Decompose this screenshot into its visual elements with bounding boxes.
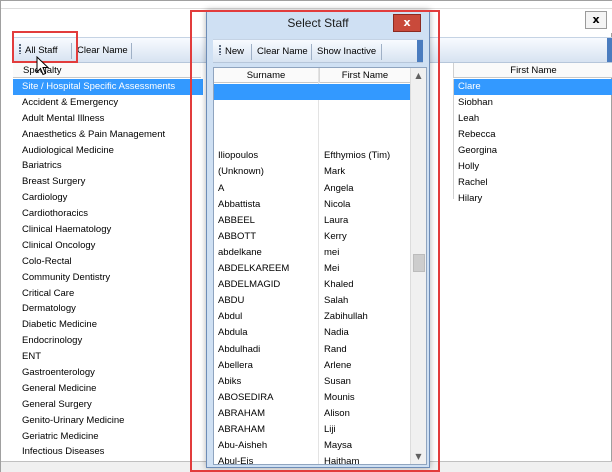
- first-name-row[interactable]: Holly: [454, 159, 612, 175]
- specialty-row[interactable]: Genito-Urinary Medicine: [13, 413, 203, 429]
- clear-name-button[interactable]: Clear Name: [73, 42, 132, 60]
- specialty-row[interactable]: Community Dentistry: [13, 270, 203, 286]
- first-name-row[interactable]: Rachel: [454, 175, 612, 191]
- specialty-row[interactable]: Audiological Medicine: [13, 143, 203, 159]
- first-name-row[interactable]: Rebecca: [454, 127, 612, 143]
- specialty-row[interactable]: Adult Mental Illness: [13, 111, 203, 127]
- specialty-row[interactable]: Clinical Haematology: [13, 222, 203, 238]
- toolbar-accent: [607, 38, 612, 62]
- first-name-row[interactable]: Siobhan: [454, 95, 612, 111]
- specialty-row[interactable]: Cardiothoracics: [13, 206, 203, 222]
- dialog-highlight-box: [190, 10, 440, 472]
- toolbar-separator: [131, 43, 132, 59]
- specialty-row[interactable]: General Medicine: [13, 381, 203, 397]
- specialty-row[interactable]: Accident & Emergency: [13, 95, 203, 111]
- specialty-row[interactable]: Dermatology: [13, 301, 203, 317]
- first-name-column-header[interactable]: First Name: [453, 63, 612, 78]
- specialty-row[interactable]: ENT: [13, 349, 203, 365]
- specialty-row[interactable]: Gastroenterology: [13, 365, 203, 381]
- first-name-row[interactable]: Clare: [454, 79, 612, 95]
- specialty-row[interactable]: Bariatrics: [13, 158, 203, 174]
- specialty-row[interactable]: Infectious Diseases: [13, 444, 203, 459]
- specialty-row[interactable]: Diabetic Medicine: [13, 317, 203, 333]
- specialty-row[interactable]: Clinical Oncology: [13, 238, 203, 254]
- specialty-row[interactable]: Geriatric Medicine: [13, 429, 203, 445]
- first-name-row[interactable]: Georgina: [454, 143, 612, 159]
- mouse-cursor-icon: [36, 56, 50, 76]
- first-name-row[interactable]: Hilary: [454, 191, 612, 207]
- first-name-list[interactable]: Clare Siobhan Leah Rebecca Georgina Holly Rach…: [453, 79, 612, 204]
- specialty-row[interactable]: Colo-Rectal: [13, 254, 203, 270]
- specialty-list[interactable]: Site / Hospital Specific Assessments Acci…: [13, 79, 203, 459]
- specialty-row[interactable]: Endocrinology: [13, 333, 203, 349]
- specialty-row[interactable]: Cardiology: [13, 190, 203, 206]
- background-close-button[interactable]: x: [585, 11, 607, 29]
- specialty-row[interactable]: Site / Hospital Specific Assessments: [13, 79, 203, 95]
- specialty-row[interactable]: General Surgery: [13, 397, 203, 413]
- background-grid-strip: [1, 1, 612, 9]
- specialty-row[interactable]: Anaesthetics & Pain Management: [13, 127, 203, 143]
- specialty-row[interactable]: Breast Surgery: [13, 174, 203, 190]
- first-name-row[interactable]: Leah: [454, 111, 612, 127]
- specialty-row[interactable]: Critical Care: [13, 286, 203, 302]
